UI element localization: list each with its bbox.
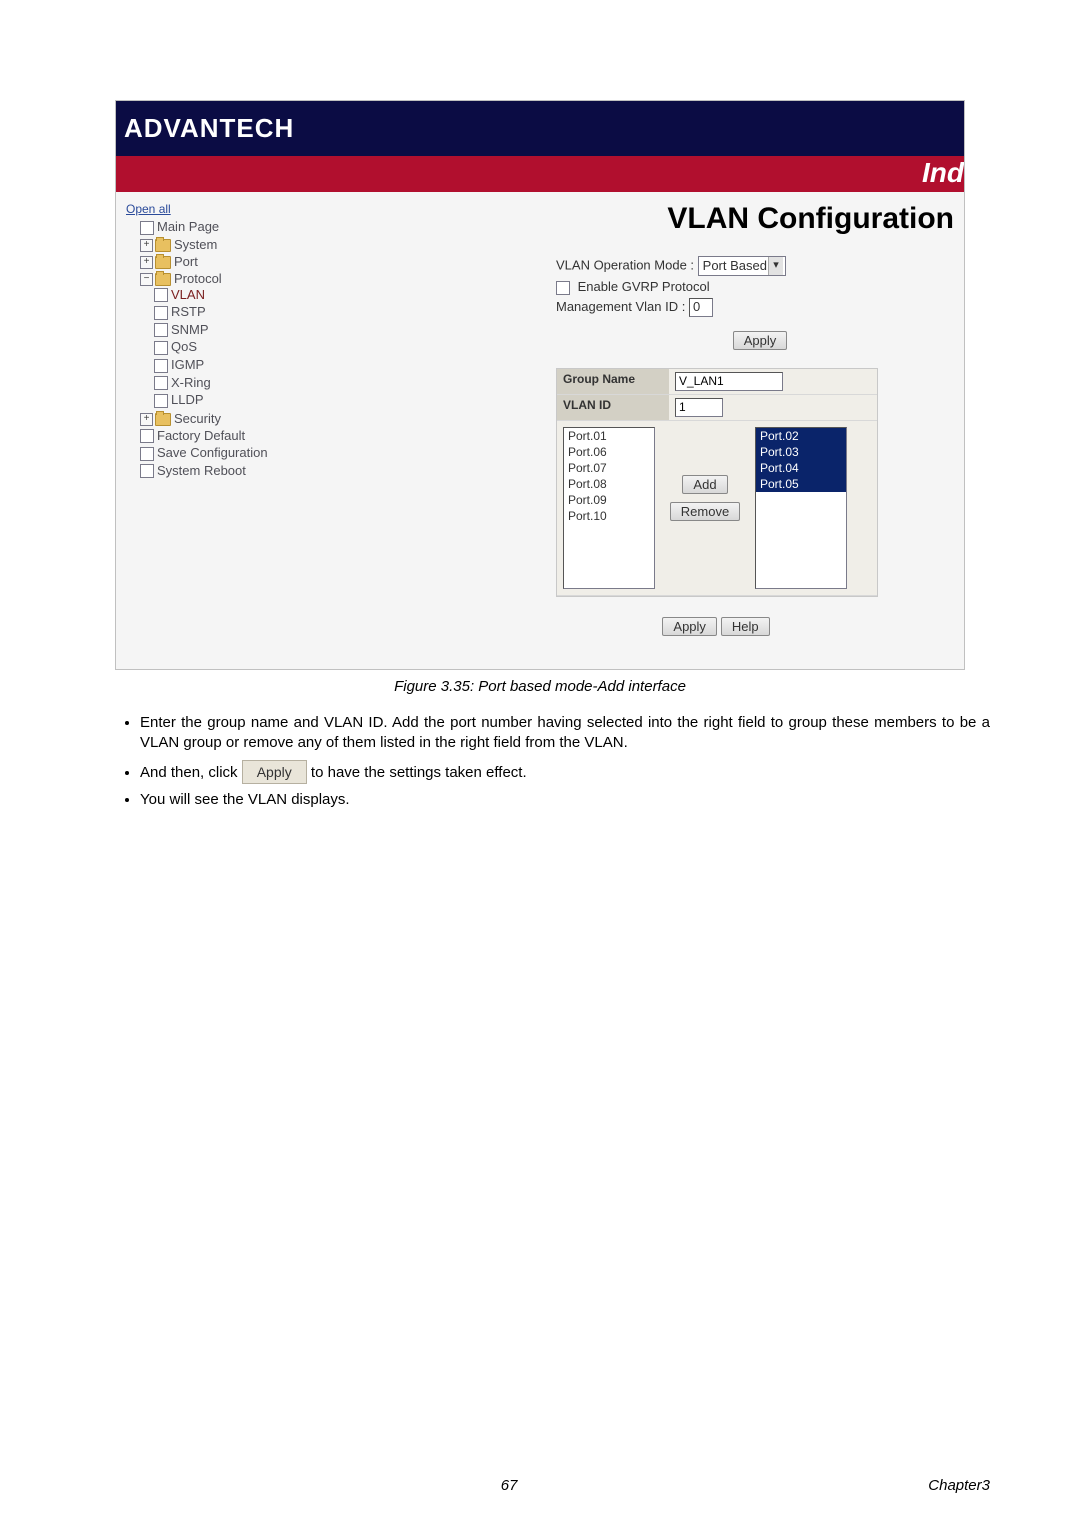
brand-logo: ADVANTECH (124, 113, 294, 144)
nav-security[interactable]: Security (174, 411, 221, 426)
header-red-bar: Ind (116, 156, 964, 192)
available-ports-list[interactable]: Port.01 Port.06 Port.07 Port.08 Port.09 … (563, 427, 655, 589)
nav-save-config[interactable]: Save Configuration (157, 445, 268, 460)
port-picker: Port.01 Port.06 Port.07 Port.08 Port.09 … (563, 427, 871, 589)
page-icon (154, 341, 168, 355)
nav-tree: Main Page + System + Port − Protocol VLAN R… (126, 218, 327, 479)
nav-factory-default[interactable]: Factory Default (157, 428, 245, 443)
inline-apply-button: Apply (242, 760, 307, 785)
page-number: 67 (501, 1477, 518, 1494)
apply-button[interactable]: Apply (733, 331, 788, 350)
group-name-input[interactable]: V_LAN1 (675, 372, 783, 391)
port-option[interactable]: Port.09 (564, 492, 654, 508)
page-icon (154, 376, 168, 390)
page-title: VLAN Configuration (331, 202, 964, 236)
add-button[interactable]: Add (682, 475, 727, 494)
mode-label: VLAN Operation Mode : (556, 257, 694, 272)
nav-lldp[interactable]: LLDP (171, 392, 204, 407)
nav-qos[interactable]: QoS (171, 339, 197, 354)
screenshot-frame: ADVANTECH Ind Open all Main Page + System… (115, 100, 965, 670)
open-all-link[interactable]: Open all (126, 202, 327, 216)
expand-icon[interactable]: + (140, 239, 153, 252)
gvrp-checkbox[interactable] (556, 281, 570, 295)
transfer-buttons: Add Remove (655, 427, 755, 589)
nav-vlan[interactable]: VLAN (171, 287, 205, 302)
vlan-mode-block: VLAN Operation Mode : Port Based Enable … (556, 256, 964, 350)
port-option[interactable]: Port.01 (564, 428, 654, 444)
remove-button[interactable]: Remove (670, 502, 740, 521)
nav-xring[interactable]: X-Ring (171, 375, 211, 390)
nav-sidebar: Open all Main Page + System + Port − Protoc… (116, 192, 331, 669)
page-icon (154, 288, 168, 302)
page-icon (154, 394, 168, 408)
page-icon (140, 447, 154, 461)
page-footer: 67 Chapter3 (90, 1477, 990, 1494)
chapter-label: Chapter3 (928, 1477, 990, 1494)
body-text: Enter the group name and VLAN ID. Add th… (90, 713, 990, 811)
page-icon (154, 323, 168, 337)
port-option[interactable]: Port.08 (564, 476, 654, 492)
nav-igmp[interactable]: IGMP (171, 357, 204, 372)
vlan-id-input[interactable]: 1 (675, 398, 723, 417)
vlan-id-header: VLAN ID (557, 395, 669, 421)
folder-icon (155, 239, 171, 252)
port-option[interactable]: Port.06 (564, 444, 654, 460)
mgmt-vlan-input[interactable]: 0 (689, 298, 713, 317)
bullet-2: And then, click Apply to have the settin… (140, 760, 990, 785)
port-option[interactable]: Port.10 (564, 508, 654, 524)
header-dark-bar: ADVANTECH (116, 101, 964, 156)
group-name-header: Group Name (557, 369, 669, 395)
nav-port[interactable]: Port (174, 254, 198, 269)
body-area: Open all Main Page + System + Port − Protoc… (116, 192, 964, 669)
port-option[interactable]: Port.03 (756, 444, 846, 460)
nav-main-page[interactable]: Main Page (157, 219, 219, 234)
selected-ports-list[interactable]: Port.02 Port.03 Port.04 Port.05 (755, 427, 847, 589)
expand-icon[interactable]: + (140, 256, 153, 269)
gvrp-label: Enable GVRP Protocol (578, 279, 710, 294)
figure-caption: Figure 3.35: Port based mode-Add interfa… (90, 678, 990, 695)
apply-button[interactable]: Apply (662, 617, 717, 636)
page-icon (154, 359, 168, 373)
vlan-table: Group Name V_LAN1 VLAN ID 1 Port.01 Por (556, 368, 878, 597)
bullet-1: Enter the group name and VLAN ID. Add th… (140, 713, 990, 754)
page-icon (140, 429, 154, 443)
page-icon (154, 306, 168, 320)
mgmt-label: Management Vlan ID : (556, 299, 685, 314)
port-option[interactable]: Port.04 (756, 460, 846, 476)
nav-system[interactable]: System (174, 237, 217, 252)
expand-icon[interactable]: + (140, 413, 153, 426)
bullet-2a: And then, click (140, 764, 242, 781)
nav-rstp[interactable]: RSTP (171, 304, 206, 319)
header-right-text: Ind (922, 157, 964, 188)
mode-select[interactable]: Port Based (698, 256, 786, 276)
main-content: VLAN Configuration VLAN Operation Mode :… (331, 192, 964, 669)
folder-icon (155, 273, 171, 286)
nav-snmp[interactable]: SNMP (171, 322, 209, 337)
page-icon (140, 464, 154, 478)
nav-system-reboot[interactable]: System Reboot (157, 463, 246, 478)
folder-icon (155, 413, 171, 426)
folder-icon (155, 256, 171, 269)
collapse-icon[interactable]: − (140, 273, 153, 286)
bullet-3: You will see the VLAN displays. (140, 790, 990, 810)
port-option[interactable]: Port.07 (564, 460, 654, 476)
port-option[interactable]: Port.05 (756, 476, 846, 492)
bullet-2b: to have the settings taken effect. (311, 764, 527, 781)
document-page: ADVANTECH Ind Open all Main Page + System… (0, 0, 1080, 1528)
port-option[interactable]: Port.02 (756, 428, 846, 444)
page-icon (140, 221, 154, 235)
help-button[interactable]: Help (721, 617, 770, 636)
nav-protocol[interactable]: Protocol (174, 271, 222, 286)
